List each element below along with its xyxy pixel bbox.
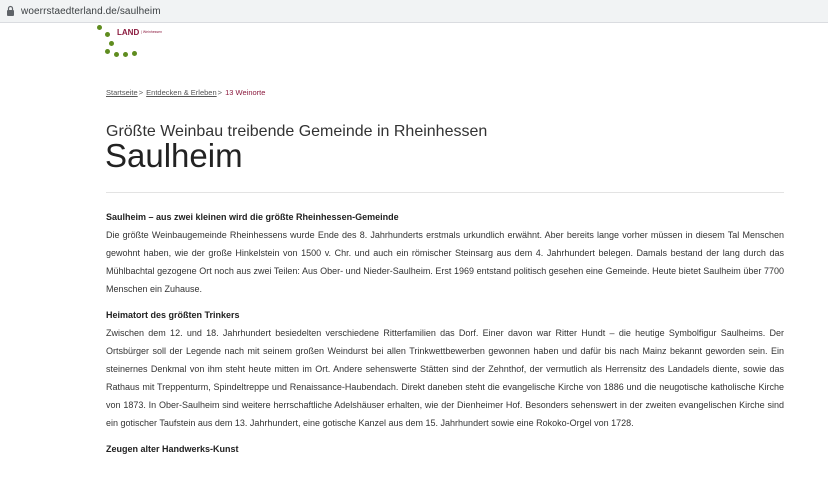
page-title: Saulheim: [105, 137, 243, 174]
logo-dot: [123, 52, 128, 57]
article-section: Saulheim – aus zwei kleinen wird die grö…: [106, 212, 784, 298]
logo-subtitle: | Weinhessen: [141, 30, 163, 34]
breadcrumb-home-link[interactable]: Startseite: [106, 88, 138, 97]
article-content: Saulheim – aus zwei kleinen wird die grö…: [106, 212, 784, 458]
section-heading: Saulheim – aus zwei kleinen wird die grö…: [106, 212, 399, 222]
article-section: Heimatort des größten Trinkers Zwischen …: [106, 310, 784, 432]
section-text: Die größte Weinbaugemeinde Rheinhessens …: [106, 230, 784, 294]
logo-dot: [114, 52, 119, 57]
url-text: woerrstaedterland.de/saulheim: [21, 5, 161, 17]
browser-address-bar[interactable]: woerrstaedterland.de/saulheim: [0, 0, 828, 23]
section-heading: Zeugen alter Handwerks-Kunst: [106, 444, 239, 454]
divider: [106, 192, 784, 193]
article-section: Zeugen alter Handwerks-Kunst: [106, 444, 784, 455]
site-logo[interactable]: LAND | Weinhessen: [96, 24, 216, 60]
logo-dot: [105, 49, 110, 54]
section-text: Zwischen dem 12. und 18. Jahrhundert bes…: [106, 328, 784, 428]
breadcrumb-separator: >: [138, 88, 144, 97]
logo-dot: [132, 51, 137, 56]
logo-dot: [109, 41, 114, 46]
breadcrumb-section-link[interactable]: Entdecken & Erleben: [146, 88, 216, 97]
breadcrumb-separator: >: [217, 88, 223, 97]
breadcrumb-current: 13 Weinorte: [225, 88, 266, 97]
lock-icon: [7, 5, 14, 16]
section-heading: Heimatort des größten Trinkers: [106, 310, 240, 320]
logo-dot: [97, 25, 102, 30]
logo-dot: [105, 32, 110, 37]
breadcrumb: Startseite> Entdecken & Erleben> 13 Wein…: [106, 88, 265, 97]
logo-wordmark: LAND: [117, 28, 140, 37]
